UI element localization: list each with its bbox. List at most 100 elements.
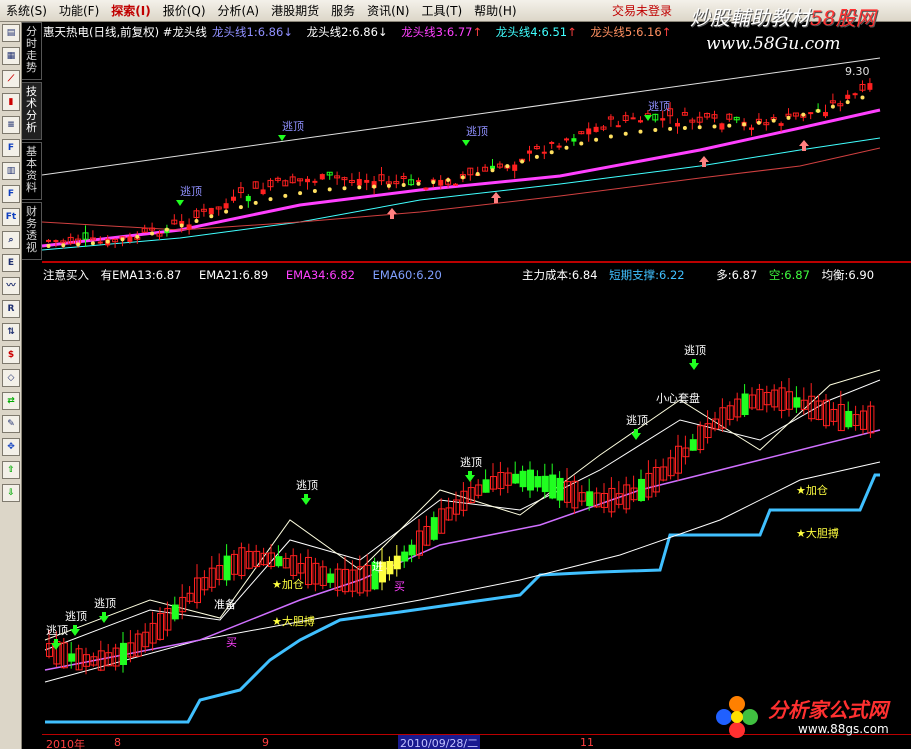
upper-candle <box>778 123 784 126</box>
upper-signal-dot <box>386 183 391 188</box>
add-position-label-2: ★加仓 <box>796 483 828 497</box>
upper-candle <box>719 123 725 130</box>
upper-signal-dot <box>342 186 347 191</box>
upper-signal-dot <box>697 125 702 130</box>
lower-candle <box>386 561 394 575</box>
short-support-value: 短期支撑:6.22 <box>609 268 685 282</box>
date-label-sep: 9 <box>262 736 269 749</box>
upper-signal-dot <box>312 189 317 194</box>
upper-candle <box>556 145 562 148</box>
upper-up-arrow-icon <box>387 208 397 219</box>
upper-candle <box>127 236 133 242</box>
ema60-value: EMA60:6.20 <box>372 268 442 282</box>
upper-signal-dot <box>209 214 214 219</box>
lower-escape-label: 逃顶 <box>460 456 482 469</box>
upper-candle <box>438 179 444 186</box>
upper-down-arrow-icon <box>278 135 286 141</box>
upper-signal-dot <box>682 125 687 130</box>
upper-candle <box>852 93 858 96</box>
upper-candle <box>549 141 555 144</box>
upper-signal-dot <box>712 124 717 129</box>
upper-signal-dot <box>830 104 835 109</box>
upper-candle <box>356 178 362 186</box>
add-position-label-1: ★加仓 <box>272 577 304 591</box>
stock-chart[interactable]: 逃顶逃顶 逃顶逃顶9.30逃顶逃顶逃顶逃顶逃顶逃顶逃顶准备★加仓★加仓★大胆搏★大… <box>0 0 911 749</box>
upper-signal-dot <box>579 141 584 146</box>
upper-candle <box>231 196 236 201</box>
upper-signal-dot <box>475 172 480 177</box>
upper-signal-dot <box>431 180 436 185</box>
upper-candle <box>808 112 814 115</box>
upper-price-marker: 9.30 <box>845 65 870 78</box>
lower-candle <box>512 473 520 484</box>
lower-candle <box>793 397 801 408</box>
upper-candle <box>423 187 429 190</box>
upper-candle <box>305 178 310 183</box>
lower-candle <box>482 479 490 493</box>
upper-signal-dot <box>76 242 81 247</box>
date-label-year: 2010年 <box>46 738 85 749</box>
upper-candle <box>223 203 229 209</box>
ema34-value: EMA34:6.82 <box>285 268 355 282</box>
lower-header-right: 主力成本:6.84 短期支撑:6.22 多:6.87 空:6.87 均衡:6.9… <box>522 267 874 283</box>
upper-candle <box>630 117 636 120</box>
upper-candle <box>245 195 251 202</box>
upper-down-arrow-icon <box>644 115 652 121</box>
upper-signal-dot <box>372 184 377 189</box>
upper-candle <box>660 118 666 121</box>
upper-candle <box>571 138 577 142</box>
upper-candle <box>453 183 458 186</box>
upper-signal-dot <box>357 185 362 190</box>
upper-signal-dot <box>786 115 791 120</box>
lower-candle <box>275 556 283 567</box>
upper-candle <box>46 239 51 242</box>
upper-signal-dot <box>268 197 273 202</box>
lower-candle <box>327 573 335 583</box>
lower-candle <box>638 478 645 502</box>
lower-candle <box>534 476 542 488</box>
upper-signal-dot <box>490 168 495 173</box>
upper-signal-dot <box>120 237 125 242</box>
lower-candle <box>401 551 409 562</box>
prepare-label: 准备 <box>214 597 236 611</box>
bold-buy-label-2: ★大胆搏 <box>796 526 839 540</box>
upper-signal-dot <box>90 241 95 246</box>
ema60-line <box>44 461 881 683</box>
buy-label-1: 买 <box>226 636 237 649</box>
upper-signal-dot <box>164 227 169 232</box>
flower-logo-icon <box>716 696 758 738</box>
date-cursor-label: 2010/09/28/二 <box>398 735 481 749</box>
lower-candle <box>556 477 564 501</box>
lower-candle <box>223 555 231 581</box>
upper-signal-dot <box>653 128 658 133</box>
lower-escape-label: 逃顶 <box>46 624 68 637</box>
upper-signal-dot <box>327 187 332 192</box>
upper-signal-dot <box>534 154 539 159</box>
upper-candle <box>186 224 192 230</box>
ema21-value: EMA21:6.89 <box>198 268 269 282</box>
upper-signal-dot <box>742 122 747 127</box>
short-value: 空:6.87 <box>768 268 810 282</box>
date-label-nov: 11 <box>580 736 594 749</box>
lower-header-left: 注意买入 有EMA13:6.87 EMA21:6.89 EMA34:6.82 E… <box>43 267 442 283</box>
upper-candle <box>675 122 680 127</box>
upper-candle <box>260 189 266 195</box>
upper-escape-label: 逃顶 <box>180 185 202 198</box>
lower-escape-label: 逃顶 <box>626 414 648 427</box>
lower-candle <box>393 555 401 570</box>
upper-escape-label: 逃顶 <box>466 125 488 138</box>
ema13-value: 有EMA13:6.87 <box>100 268 182 282</box>
lower-down-arrow-icon <box>99 612 109 623</box>
long-value: 多:6.87 <box>716 268 758 282</box>
upper-escape-label: 逃顶 <box>648 100 670 113</box>
upper-signal-dot <box>845 100 850 105</box>
lower-down-arrow-icon <box>301 494 311 505</box>
upper-signal-dot <box>253 200 258 205</box>
upper-down-arrow-icon <box>176 200 184 206</box>
lower-candle <box>541 475 549 493</box>
upper-candle <box>97 241 103 244</box>
lower-candle <box>408 544 416 556</box>
lower-candle <box>586 491 594 507</box>
lower-candle <box>741 393 749 416</box>
lower-escape-label: 逃顶 <box>296 479 318 492</box>
